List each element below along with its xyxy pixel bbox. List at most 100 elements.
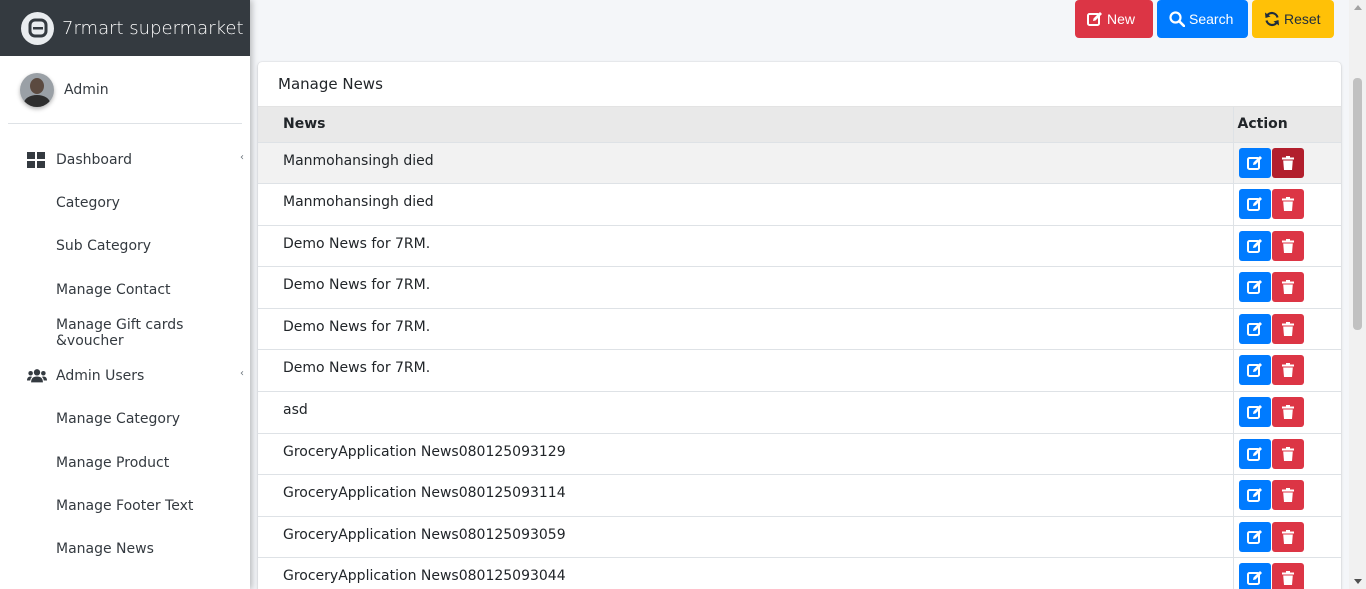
trash-icon (1281, 363, 1294, 378)
scroll-down-arrow-icon[interactable] (1354, 579, 1362, 584)
delete-button[interactable] (1271, 147, 1304, 178)
table-row: Manmohansingh died (258, 142, 1341, 184)
scrollbar[interactable] (1349, 0, 1366, 589)
edit-button[interactable] (1238, 563, 1271, 589)
chevron-left-icon: ‹ (240, 368, 244, 380)
new-button[interactable]: New (1075, 0, 1153, 38)
sidebar-nav: Dashboard ‹ Category Sub Category Manage… (0, 124, 250, 571)
sidebar-item-label: Manage Contact (56, 281, 171, 298)
sidebar-item-admin-users[interactable]: Admin Users ‹ (0, 354, 250, 397)
sidebar-item-dashboard[interactable]: Dashboard ‹ (0, 138, 250, 181)
trash-icon (1281, 571, 1294, 586)
sidebar-item-label: Manage Category (56, 411, 181, 428)
news-title-cell: asd (283, 402, 308, 419)
delete-button[interactable] (1271, 189, 1304, 220)
table-row: Demo News for 7RM. (258, 349, 1341, 392)
delete-button[interactable] (1271, 355, 1304, 386)
delete-button[interactable] (1271, 397, 1304, 428)
trash-icon (1281, 405, 1294, 420)
sidebar-item-label: Manage Gift cards &voucher (56, 316, 184, 349)
sidebar-item-gift-cards[interactable]: Manage Gift cards &voucher (0, 311, 250, 354)
brand-logo-icon (21, 11, 54, 45)
action-cell (1232, 349, 1341, 392)
table-row: asd (258, 391, 1341, 434)
edit-button[interactable] (1238, 521, 1271, 552)
card-title: Manage News (258, 62, 1341, 107)
edit-button[interactable] (1238, 480, 1271, 511)
edit-button[interactable] (1238, 230, 1271, 261)
table-row: GroceryApplication News080125093114 (258, 474, 1341, 517)
edit-icon (1246, 488, 1263, 503)
search-button[interactable]: Search (1157, 0, 1248, 38)
table-row: Demo News for 7RM. (258, 225, 1341, 267)
edit-button[interactable] (1238, 313, 1271, 344)
edit-icon (1246, 571, 1263, 586)
column-header-news: News (258, 107, 1233, 143)
news-table: News Action Manmohansingh died Manmohansi… (258, 107, 1341, 589)
sidebar-item-label: Category (56, 194, 120, 211)
delete-button[interactable] (1271, 313, 1304, 344)
action-cell (1232, 266, 1341, 309)
delete-button[interactable] (1271, 230, 1304, 261)
brand-link[interactable]: 7rmart supermarket (0, 0, 250, 56)
sidebar-item-manage-category[interactable]: Manage Category (0, 398, 250, 441)
edit-icon (1246, 280, 1263, 295)
table-row: GroceryApplication News080125093059 (258, 516, 1341, 558)
delete-button[interactable] (1271, 272, 1304, 303)
action-cell (1232, 225, 1341, 267)
trash-icon (1281, 155, 1294, 170)
edit-button[interactable] (1238, 438, 1271, 469)
sidebar-item-sub-category[interactable]: Sub Category (0, 225, 250, 268)
sidebar-item-manage-news[interactable]: Manage News (0, 528, 250, 571)
delete-button[interactable] (1271, 480, 1304, 511)
delete-button[interactable] (1271, 438, 1304, 469)
sidebar-item-manage-footer-text[interactable]: Manage Footer Text (0, 484, 250, 527)
sidebar-item-label: Manage Product (56, 454, 170, 471)
trash-icon (1281, 529, 1294, 544)
manage-news-card: Manage News News Action Manmohansingh di… (258, 62, 1341, 589)
scroll-up-arrow-icon[interactable] (1354, 5, 1362, 10)
action-cell (1232, 391, 1341, 434)
sidebar-item-manage-product[interactable]: Manage Product (0, 441, 250, 484)
user-name[interactable]: Admin (64, 82, 109, 98)
edit-button[interactable] (1238, 147, 1271, 178)
table-row: Manmohansingh died (258, 183, 1341, 226)
sidebar-item-label: Manage Footer Text (56, 498, 194, 515)
table-row: Demo News for 7RM. (258, 266, 1341, 309)
column-header-action: Action (1232, 107, 1341, 143)
sidebar-item-label: Admin Users (56, 368, 145, 385)
news-title-cell: GroceryApplication News080125093044 (283, 568, 566, 585)
avatar (20, 72, 54, 107)
brand-name: 7rmart supermarket (62, 17, 244, 39)
delete-button[interactable] (1271, 521, 1304, 552)
edit-icon (1246, 197, 1263, 212)
edit-button[interactable] (1238, 355, 1271, 386)
trash-icon (1281, 321, 1294, 336)
edit-button[interactable] (1238, 272, 1271, 303)
reset-button[interactable]: Reset (1252, 0, 1334, 38)
sidebar-item-label: Dashboard (56, 151, 132, 168)
edit-button[interactable] (1238, 397, 1271, 428)
user-panel[interactable]: Admin (8, 56, 242, 124)
table-row: GroceryApplication News080125093044 (258, 557, 1341, 589)
edit-button[interactable] (1238, 189, 1271, 220)
delete-button[interactable] (1271, 563, 1304, 589)
sidebar-item-label: Sub Category (56, 238, 152, 255)
news-title-cell: GroceryApplication News080125093114 (283, 485, 566, 502)
edit-icon (1246, 405, 1263, 420)
scrollbar-thumb[interactable] (1353, 78, 1362, 330)
search-button-label: Search (1189, 11, 1234, 27)
sidebar-item-label: Manage News (56, 541, 154, 558)
news-title-cell: Manmohansingh died (283, 194, 434, 211)
toolbar: New Search Reset (1075, 0, 1334, 38)
edit-icon (1246, 363, 1263, 378)
table-row: Demo News for 7RM. (258, 308, 1341, 350)
news-title-cell: Demo News for 7RM. (283, 277, 431, 294)
news-title-cell: Demo News for 7RM. (283, 318, 431, 335)
sidebar-item-manage-contact[interactable]: Manage Contact (0, 268, 250, 311)
sidebar: 7rmart supermarket Admin Dashboard ‹ Cat… (0, 0, 250, 589)
news-title-cell: Manmohansingh died (283, 152, 434, 169)
trash-icon (1281, 446, 1294, 461)
sidebar-item-category[interactable]: Category (0, 181, 250, 224)
edit-icon (1246, 321, 1263, 336)
